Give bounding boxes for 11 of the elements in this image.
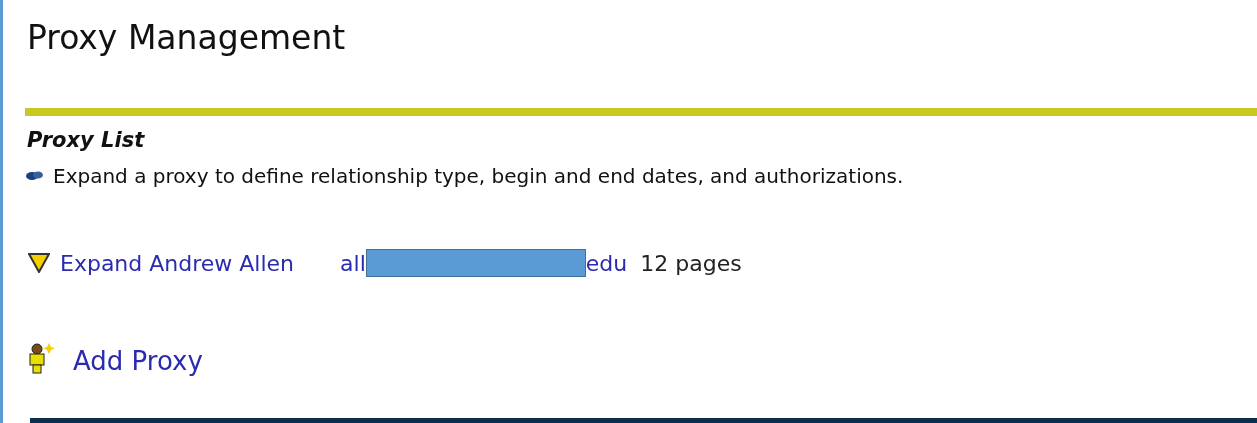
expand-proxy-link[interactable]: Expand Andrew Allen xyxy=(60,250,295,276)
expand-triangle-icon[interactable] xyxy=(28,253,50,273)
add-proxy-link[interactable]: Add Proxy xyxy=(73,348,203,374)
hint-text: Expand a proxy to define relationship type, begin and end dates, and authorizations. xyxy=(53,164,904,188)
speech-bubbles-icon xyxy=(25,171,45,181)
email-link[interactable]: edu xyxy=(585,250,628,276)
page-title: Proxy Management xyxy=(26,17,347,59)
section-title: Proxy List xyxy=(27,127,146,154)
add-person-icon[interactable] xyxy=(27,342,55,374)
email-link[interactable]: all xyxy=(340,250,366,276)
page-count: 12 pages xyxy=(640,250,742,276)
